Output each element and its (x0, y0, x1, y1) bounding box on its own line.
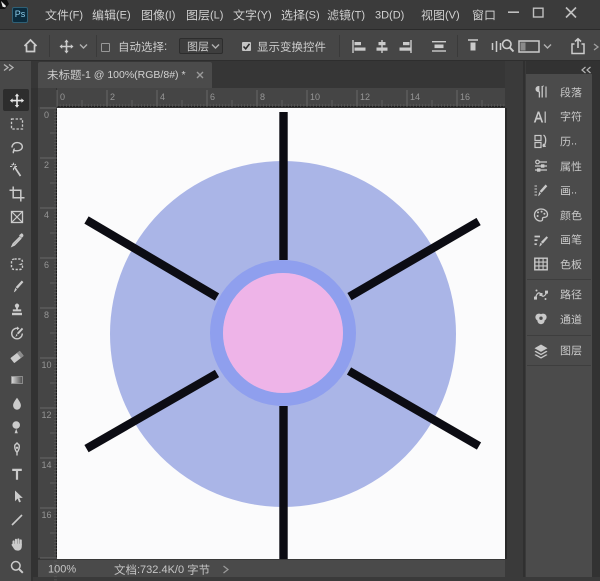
svg-text:2: 2 (44, 160, 49, 170)
svg-text:(E): (E) (116, 9, 131, 21)
svg-text:(Y): (Y) (257, 9, 272, 21)
svg-text:4: 4 (44, 210, 49, 220)
svg-text:..: .. (571, 185, 577, 197)
svg-text:8: 8 (44, 310, 49, 320)
svg-text:10: 10 (310, 92, 320, 102)
svg-text:16: 16 (460, 92, 470, 102)
svg-text:0: 0 (60, 92, 65, 102)
svg-text:3D(D): 3D(D) (375, 9, 404, 21)
svg-text:(V): (V) (445, 9, 460, 21)
svg-text::: : (164, 41, 167, 53)
svg-text:6: 6 (210, 92, 215, 102)
svg-text:2: 2 (110, 92, 115, 102)
svg-text:(S): (S) (305, 9, 320, 21)
svg-text:14: 14 (410, 92, 420, 102)
svg-text:14: 14 (41, 460, 51, 470)
svg-text:..: .. (571, 135, 577, 147)
svg-text:8: 8 (260, 92, 265, 102)
svg-text:12: 12 (360, 92, 370, 102)
svg-text:(T): (T) (351, 9, 365, 21)
svg-text:(F): (F) (69, 9, 83, 21)
svg-text:10: 10 (41, 360, 51, 370)
svg-text:12: 12 (41, 410, 51, 420)
svg-text:-1 @ 100%(RGB/8#) *: -1 @ 100%(RGB/8#) * (82, 69, 186, 81)
svg-text:16: 16 (41, 510, 51, 520)
svg-text:6: 6 (44, 260, 49, 270)
svg-text:100%: 100% (48, 564, 76, 576)
svg-text::732.4K/0: :732.4K/0 (137, 564, 184, 576)
svg-text:(L): (L) (210, 9, 223, 21)
svg-text:4: 4 (160, 92, 165, 102)
svg-text:0: 0 (44, 110, 49, 120)
svg-text:(I): (I) (165, 9, 175, 21)
